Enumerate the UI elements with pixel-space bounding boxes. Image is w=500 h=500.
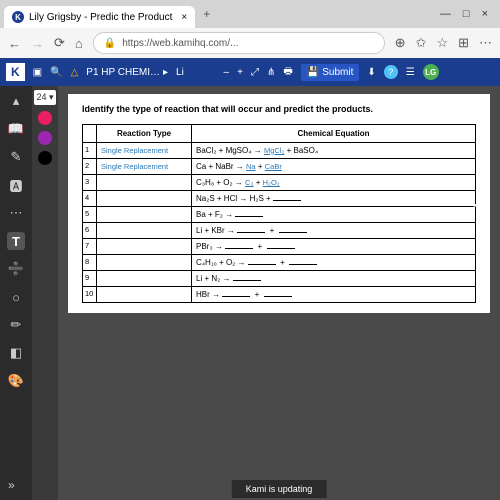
worksheet-table: Reaction TypeChemical Equation 1Single R… bbox=[82, 124, 476, 303]
draw-tool-icon[interactable]: ✏ bbox=[7, 316, 25, 334]
document-page: Identify the type of reaction that will … bbox=[68, 94, 490, 313]
color-purple[interactable] bbox=[38, 131, 52, 145]
expand-sidebar-icon[interactable]: » bbox=[8, 478, 15, 492]
color-pink[interactable] bbox=[38, 111, 52, 125]
image-tool-icon[interactable]: 🎨 bbox=[7, 372, 25, 390]
home-icon[interactable]: ⌂ bbox=[75, 36, 83, 51]
kami-logo[interactable]: K bbox=[6, 63, 25, 81]
zoom-in[interactable]: + bbox=[237, 67, 243, 78]
url-input[interactable]: 🔒 https://web.kamihq.com/... bbox=[93, 32, 385, 54]
zoom-icon[interactable]: ⊕ bbox=[395, 35, 406, 51]
new-tab-button[interactable]: + bbox=[203, 7, 210, 21]
address-bar: ← → ⟳ ⌂ 🔒 https://web.kamihq.com/... ⊕ ✩… bbox=[0, 28, 500, 58]
browser-tab[interactable]: K Lily Grigsby - Predic the Product × bbox=[4, 6, 195, 28]
table-row: 9Li + N₂ → bbox=[83, 270, 476, 286]
app-menu-icon[interactable]: ⋯ bbox=[479, 35, 492, 51]
table-row: 10HBr → + bbox=[83, 286, 476, 302]
text-tool-icon[interactable]: T bbox=[7, 232, 25, 250]
extensions-icon[interactable]: ⊞ bbox=[458, 35, 469, 51]
equation-tool-icon[interactable]: ➗ bbox=[7, 260, 25, 278]
mouse-cursor-icon: ↖ bbox=[472, 200, 482, 214]
print-icon[interactable]: 🖶 bbox=[283, 64, 292, 81]
tab-title: Lily Grigsby - Predic the Product bbox=[29, 12, 172, 23]
user-badge[interactable]: LG bbox=[423, 64, 439, 80]
table-row: 3C₃H₈ + O₂ → C₃ + H₂O₂ bbox=[83, 174, 476, 190]
table-row: 6Li + KBr → + bbox=[83, 222, 476, 238]
nav-back-icon[interactable]: ← bbox=[8, 36, 21, 51]
th-reaction-type: Reaction Type bbox=[97, 124, 192, 142]
comment-tool-icon[interactable]: ⋯ bbox=[7, 204, 25, 222]
element-label[interactable]: Li bbox=[176, 67, 184, 78]
table-row: 8C₄H₁₀ + O₂ → + bbox=[83, 254, 476, 270]
table-row: 7PBr₃ → + bbox=[83, 238, 476, 254]
zoom-out[interactable]: – bbox=[224, 67, 230, 78]
kami-toolbar: K ▣ 🔍 △ P1 HP CHEMI… ▸ Li – + ⤢ ⋔ 🖶 💾 Su… bbox=[0, 58, 500, 86]
color-black[interactable] bbox=[38, 151, 52, 165]
window-minimize[interactable]: — bbox=[440, 8, 451, 20]
download-icon[interactable]: ⬇ bbox=[367, 67, 375, 78]
tool-sidebar: ▴ 📖 ✎ 🅰 ⋯ T ➗ ○ ✏ ◧ 🎨 bbox=[0, 86, 32, 500]
tab-close-icon[interactable]: × bbox=[181, 12, 187, 23]
search-icon[interactable]: 🔍 bbox=[50, 67, 62, 78]
window-maximize[interactable]: □ bbox=[463, 8, 470, 20]
table-row: 5Ba + F₂ → bbox=[83, 206, 476, 222]
eraser-tool-icon[interactable]: ◧ bbox=[7, 344, 25, 362]
document-viewport[interactable]: Identify the type of reaction that will … bbox=[58, 86, 500, 500]
fit-icon[interactable]: ⤢ bbox=[251, 67, 259, 78]
table-row: 2Single ReplacementCa + NaBr → Na + CaBr bbox=[83, 158, 476, 174]
drive-icon[interactable]: △ bbox=[71, 67, 79, 78]
favorite-icon[interactable]: ✩ bbox=[416, 35, 427, 51]
markup-tool-icon[interactable]: ✎ bbox=[7, 148, 25, 166]
submit-button[interactable]: 💾 Submit bbox=[301, 64, 360, 81]
dictionary-tool-icon[interactable]: 📖 bbox=[7, 120, 25, 138]
help-icon[interactable]: ? bbox=[384, 65, 398, 79]
browser-titlebar: K Lily Grigsby - Predic the Product × + … bbox=[0, 0, 500, 28]
font-size-select[interactable]: 24 ▾ bbox=[34, 90, 56, 105]
lock-icon: 🔒 bbox=[104, 38, 116, 49]
table-row: 4Na₂S + HCl → H₂S + bbox=[83, 190, 476, 206]
reload-icon[interactable]: ⟳ bbox=[54, 35, 65, 51]
doc-title-label: P1 HP CHEMI… ▸ bbox=[86, 67, 168, 78]
th-chemical-equation: Chemical Equation bbox=[192, 124, 476, 142]
share-icon[interactable]: ⋔ bbox=[267, 67, 275, 78]
worksheet-heading: Identify the type of reaction that will … bbox=[82, 104, 476, 116]
tool-options-sidebar: 24 ▾ bbox=[32, 86, 58, 500]
layout-icon[interactable]: ▣ bbox=[33, 67, 42, 78]
url-text: https://web.kamihq.com/... bbox=[122, 38, 238, 49]
nav-forward-icon[interactable]: → bbox=[31, 36, 44, 51]
table-row: 1Single ReplacementBaCl₂ + MgSO₄ → MgCl₂… bbox=[83, 142, 476, 158]
select-tool-icon[interactable]: ▴ bbox=[7, 92, 25, 110]
shape-tool-icon[interactable]: ○ bbox=[7, 288, 25, 306]
bookmark-icon[interactable]: ☆ bbox=[436, 35, 448, 51]
window-close[interactable]: × bbox=[482, 8, 488, 20]
menu-icon[interactable]: ☰ bbox=[406, 67, 415, 78]
status-message: Kami is updating bbox=[232, 480, 327, 498]
tab-favicon: K bbox=[12, 11, 24, 23]
highlight-tool-icon[interactable]: 🅰 bbox=[7, 176, 25, 194]
